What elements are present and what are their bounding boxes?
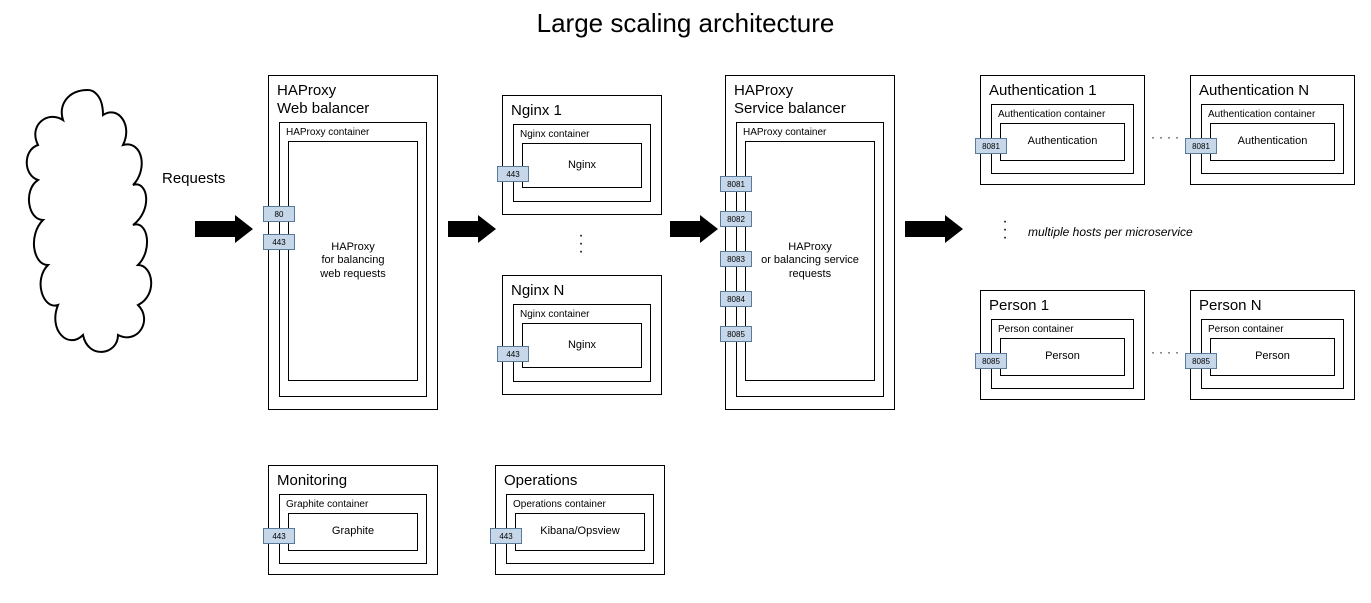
container-label: HAProxy container <box>286 127 420 138</box>
arrow-icon <box>195 215 253 243</box>
port-badge: 8081 <box>720 176 752 192</box>
inner-service: HAProxy or balancing service requests <box>745 141 875 381</box>
container-label: Nginx container <box>520 129 644 140</box>
port-badge: 443 <box>490 528 522 544</box>
monitoring-host: Monitoring Graphite container Graphite 4… <box>268 465 438 575</box>
text: web requests <box>320 268 385 280</box>
nginx-1-host: Nginx 1 Nginx container Nginx 443 <box>502 95 662 215</box>
cloud-icon <box>18 80 158 380</box>
text: HAProxy <box>788 241 831 253</box>
port-badge: 8082 <box>720 211 752 227</box>
container-label: HAProxy container <box>743 127 877 138</box>
inner-label: Authentication <box>1028 135 1098 148</box>
arrow-icon <box>670 215 718 243</box>
ellipsis-icon: ··· <box>576 232 586 256</box>
container-box: Person container Person <box>991 319 1134 389</box>
container-label: Operations container <box>513 499 647 510</box>
inner-service: Nginx <box>522 143 642 188</box>
container-label: Graphite container <box>286 499 420 510</box>
diagram-title: Large scaling architecture <box>0 8 1371 39</box>
container-label: Person container <box>998 324 1127 335</box>
arrow-icon <box>905 215 963 243</box>
host-title: Authentication N <box>1199 82 1346 100</box>
container-label: Person container <box>1208 324 1337 335</box>
text: for balancing <box>322 254 385 266</box>
inner-service: Nginx <box>522 323 642 368</box>
person-1-host: Person 1 Person container Person 8085 <box>980 290 1145 400</box>
host-title: Nginx 1 <box>511 102 653 120</box>
text: or balancing service <box>761 254 859 266</box>
container-label: Nginx container <box>520 309 644 320</box>
host-title: Person 1 <box>989 297 1136 315</box>
ellipsis-icon: ··· <box>1000 218 1010 242</box>
operations-host: Operations Operations container Kibana/O… <box>495 465 665 575</box>
nginx-n-host: Nginx N Nginx container Nginx 443 <box>502 275 662 395</box>
inner-label: Nginx <box>568 339 596 352</box>
host-title-line: Web balancer <box>277 100 369 117</box>
host-title-line: Service balancer <box>734 100 846 117</box>
host-title: HAProxy Service balancer <box>734 82 886 118</box>
port-badge: 8085 <box>975 353 1007 369</box>
ellipsis-icon: ···· <box>1151 130 1183 144</box>
inner-service: Person <box>1210 338 1335 376</box>
host-title: Person N <box>1199 297 1346 315</box>
inner-label: Kibana/Opsview <box>540 525 620 538</box>
container-box: Graphite container Graphite <box>279 494 427 564</box>
container-box: Operations container Kibana/Opsview <box>506 494 654 564</box>
host-title-line: HAProxy <box>277 82 336 99</box>
text: HAProxy <box>331 241 374 253</box>
inner-service: Authentication <box>1210 123 1335 161</box>
port-badge: 8085 <box>1185 353 1217 369</box>
inner-label: Person <box>1255 350 1290 363</box>
inner-label: Person <box>1045 350 1080 363</box>
auth-1-host: Authentication 1 Authentication containe… <box>980 75 1145 185</box>
port-badge: 8083 <box>720 251 752 267</box>
inner-service: Graphite <box>288 513 418 551</box>
port-badge: 80 <box>263 206 295 222</box>
inner-label: Authentication <box>1238 135 1308 148</box>
port-badge: 443 <box>263 234 295 250</box>
inner-service: Authentication <box>1000 123 1125 161</box>
haproxy-web-host: HAProxy Web balancer HAProxy container H… <box>268 75 438 410</box>
requests-label: Requests <box>162 170 225 187</box>
host-title: Authentication 1 <box>989 82 1136 100</box>
haproxy-service-host: HAProxy Service balancer HAProxy contain… <box>725 75 895 410</box>
person-n-host: Person N Person container Person 8085 <box>1190 290 1355 400</box>
inner-service: Kibana/Opsview <box>515 513 645 551</box>
host-title: Monitoring <box>277 472 429 490</box>
inner-label: HAProxy for balancing web requests <box>320 241 385 281</box>
port-badge: 8081 <box>1185 138 1217 154</box>
ellipsis-icon: ···· <box>1151 345 1183 359</box>
host-title-line: HAProxy <box>734 82 793 99</box>
port-badge: 8081 <box>975 138 1007 154</box>
port-badge: 8085 <box>720 326 752 342</box>
host-title: HAProxy Web balancer <box>277 82 429 118</box>
inner-label: HAProxy or balancing service requests <box>761 241 859 281</box>
inner-label: Graphite <box>332 525 374 538</box>
port-badge: 8084 <box>720 291 752 307</box>
container-label: Authentication container <box>1208 109 1337 120</box>
text: requests <box>789 268 831 280</box>
host-title: Nginx N <box>511 282 653 300</box>
container-label: Authentication container <box>998 109 1127 120</box>
port-badge: 443 <box>263 528 295 544</box>
container-box: Authentication container Authentication <box>1201 104 1344 174</box>
container-box: Nginx container Nginx <box>513 304 651 382</box>
port-badge: 443 <box>497 346 529 362</box>
container-box: HAProxy container HAProxy or balancing s… <box>736 122 884 397</box>
container-box: Nginx container Nginx <box>513 124 651 202</box>
container-box: Person container Person <box>1201 319 1344 389</box>
inner-service: Person <box>1000 338 1125 376</box>
host-title: Operations <box>504 472 656 490</box>
port-badge: 443 <box>497 166 529 182</box>
inner-service: HAProxy for balancing web requests <box>288 141 418 381</box>
inner-label: Nginx <box>568 159 596 172</box>
container-box: HAProxy container HAProxy for balancing … <box>279 122 427 397</box>
auth-n-host: Authentication N Authentication containe… <box>1190 75 1355 185</box>
note-text: multiple hosts per microservice <box>1028 225 1193 239</box>
container-box: Authentication container Authentication <box>991 104 1134 174</box>
arrow-icon <box>448 215 496 243</box>
